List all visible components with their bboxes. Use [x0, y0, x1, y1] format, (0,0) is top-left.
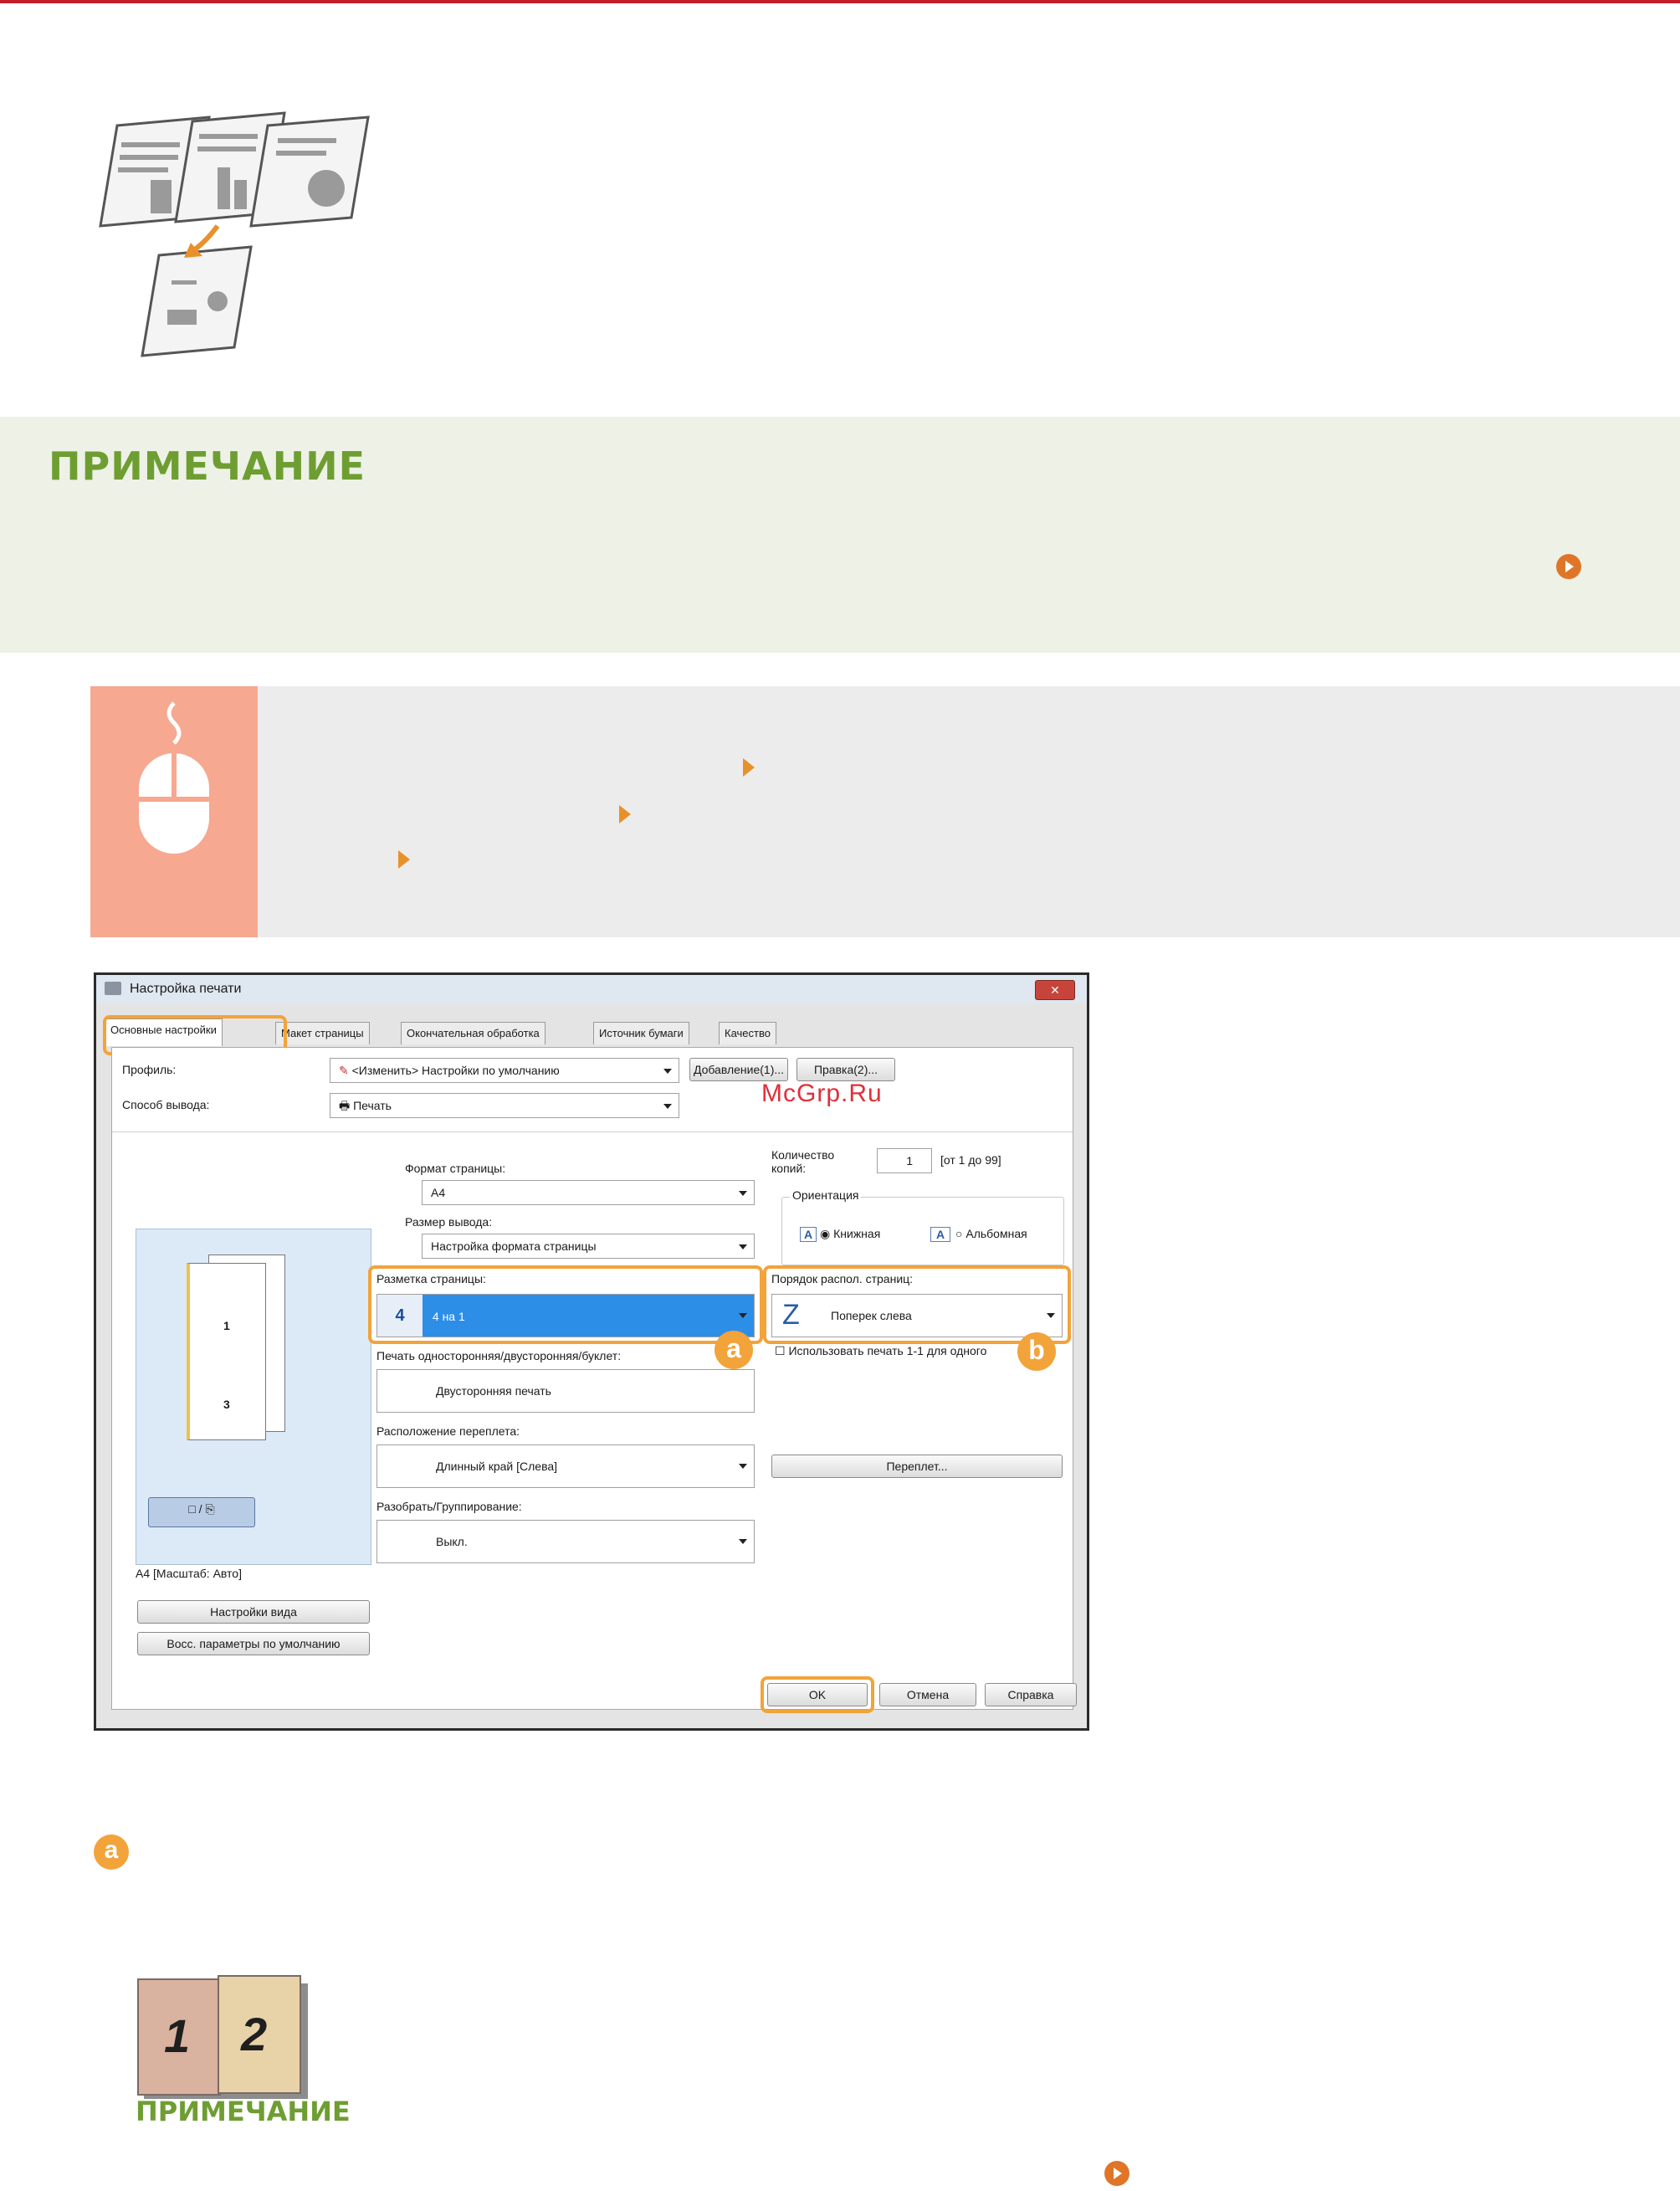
binding-value: Длинный край [Слева] — [436, 1460, 558, 1473]
output-method-value: Печать — [353, 1099, 392, 1112]
chevron-down-icon — [739, 1191, 747, 1196]
orientation-label: Ориентация — [790, 1188, 862, 1202]
page-format-value: A4 — [431, 1186, 446, 1199]
note-title-secondary: ПРИМЕЧАНИЕ — [136, 2096, 351, 2127]
portrait-radio[interactable]: ◉ Книжная — [820, 1227, 880, 1241]
dialog-title: Настройка печати — [130, 982, 242, 996]
chevron-down-icon — [663, 1104, 672, 1109]
copies-label: Количество копий: — [771, 1148, 835, 1175]
highlight-page-order — [763, 1265, 1071, 1344]
close-button[interactable]: ✕ — [1035, 980, 1075, 1000]
highlight-ok — [761, 1676, 874, 1713]
print-settings-dialog: Настройка печати ✕ Основные настройки Ма… — [94, 972, 1089, 1731]
booklet-left-page: 1 — [137, 1978, 221, 2096]
edit-profile-button[interactable]: Правка(2)... — [796, 1058, 895, 1081]
output-size-label: Размер вывода: — [405, 1215, 493, 1229]
link-arrow-icon[interactable] — [1104, 2161, 1129, 2186]
output-size-value: Настройка формата страницы — [431, 1239, 597, 1253]
booklet-number-1: 1 — [164, 2009, 191, 2062]
landscape-icon: A — [930, 1227, 951, 1242]
output-size-select[interactable]: Настройка формата страницы — [422, 1234, 755, 1259]
booklet-right-page: 2 — [218, 1975, 301, 2094]
print-icon: 🖶 — [339, 1099, 354, 1112]
tab-finishing[interactable]: Окончательная обработка — [401, 1022, 545, 1044]
use-1-1-label: Использовать печать 1-1 для одного — [788, 1344, 987, 1357]
cancel-button[interactable]: Отмена — [879, 1683, 976, 1706]
callout-a: a — [715, 1331, 753, 1369]
preview-caption: A4 [Масштаб: Авто] — [136, 1567, 242, 1580]
output-method-label: Способ вывода: — [122, 1098, 210, 1111]
view-settings-button[interactable]: Настройки вида — [137, 1600, 370, 1624]
help-button[interactable]: Справка — [985, 1683, 1077, 1706]
highlight-layout — [368, 1265, 763, 1344]
tab-page-layout[interactable]: Макет страницы — [275, 1022, 370, 1044]
add-profile-button[interactable]: Добавление(1)... — [689, 1058, 788, 1081]
mouse-operation-tile — [90, 686, 258, 937]
divider — [112, 1131, 1073, 1132]
page-format-select[interactable]: A4 — [422, 1180, 755, 1205]
preview-view-toggle-button[interactable]: □ / ⎘ — [148, 1497, 255, 1527]
step-arrow-icon — [619, 805, 631, 824]
mouse-icon — [139, 701, 209, 854]
note-title: ПРИМЕЧАНИЕ — [49, 444, 366, 489]
dialog-titlebar: Настройка печати ✕ — [96, 975, 1087, 1003]
restore-defaults-button[interactable]: Восс. параметры по умолчанию — [137, 1632, 370, 1655]
binding-select[interactable]: Длинный край [Слева] — [376, 1444, 755, 1488]
copies-range: [от 1 до 99] — [940, 1153, 1001, 1167]
chevron-down-icon — [663, 1069, 672, 1074]
collate-label: Разобрать/Группирование: — [376, 1500, 522, 1513]
section-a-badge: a — [94, 1834, 129, 1870]
printer-icon — [105, 982, 121, 995]
duplex-label: Печать односторонняя/двусторонняя/буклет… — [376, 1349, 622, 1362]
link-arrow-icon[interactable] — [1556, 554, 1581, 579]
binding-settings-button[interactable]: Переплет... — [771, 1455, 1063, 1478]
step-arrow-icon — [743, 758, 755, 777]
collate-select[interactable]: Выкл. — [376, 1520, 755, 1563]
profile-label: Профиль: — [122, 1063, 177, 1076]
profile-select[interactable]: ✎ <Изменить> Настройки по умолчанию — [330, 1058, 679, 1083]
pages-combine-illustration — [99, 111, 370, 357]
binding-label: Расположение переплета: — [376, 1424, 520, 1438]
chevron-down-icon — [739, 1244, 747, 1249]
booklet-number-2: 2 — [241, 2008, 268, 2060]
instruction-block — [90, 686, 1680, 937]
portrait-label: Книжная — [833, 1227, 881, 1240]
page-format-label: Формат страницы: — [405, 1162, 506, 1175]
preview-page-number-3: 3 — [223, 1398, 230, 1411]
duplex-value: Двусторонняя печать — [436, 1384, 551, 1398]
layout-preview: 1 3 □ / ⎘ — [136, 1229, 371, 1565]
chevron-down-icon — [739, 1464, 747, 1469]
tab-quality[interactable]: Качество — [719, 1022, 776, 1044]
use-1-1-checkbox[interactable]: ☐ Использовать печать 1-1 для одного — [775, 1344, 986, 1358]
watermark: McGrp.Ru — [761, 1080, 883, 1107]
chevron-down-icon — [739, 1539, 747, 1544]
collate-value: Выкл. — [436, 1535, 468, 1548]
callout-b: b — [1017, 1332, 1056, 1371]
preview-page-number-1: 1 — [223, 1319, 230, 1332]
preview-page-front: 1 3 — [187, 1263, 266, 1440]
pencil-icon: ✎ — [339, 1064, 352, 1077]
booklet-icon: 1 2 — [134, 1975, 310, 2101]
tab-paper-source[interactable]: Источник бумаги — [593, 1022, 689, 1044]
copies-input[interactable]: 1 — [877, 1148, 932, 1173]
portrait-icon: A — [800, 1227, 817, 1242]
profile-value: <Изменить> Настройки по умолчанию — [351, 1064, 560, 1077]
duplex-select[interactable]: Двусторонняя печать — [376, 1369, 755, 1413]
landscape-radio[interactable]: ○ Альбомная — [955, 1227, 1027, 1240]
step-arrow-icon — [398, 850, 410, 869]
landscape-label: Альбомная — [965, 1227, 1027, 1240]
output-method-select[interactable]: 🖶 Печать — [330, 1093, 679, 1118]
copies-value: 1 — [906, 1154, 913, 1167]
top-rule — [0, 0, 1680, 3]
settings-panel: Профиль: ✎ <Изменить> Настройки по умолч… — [111, 1047, 1073, 1710]
